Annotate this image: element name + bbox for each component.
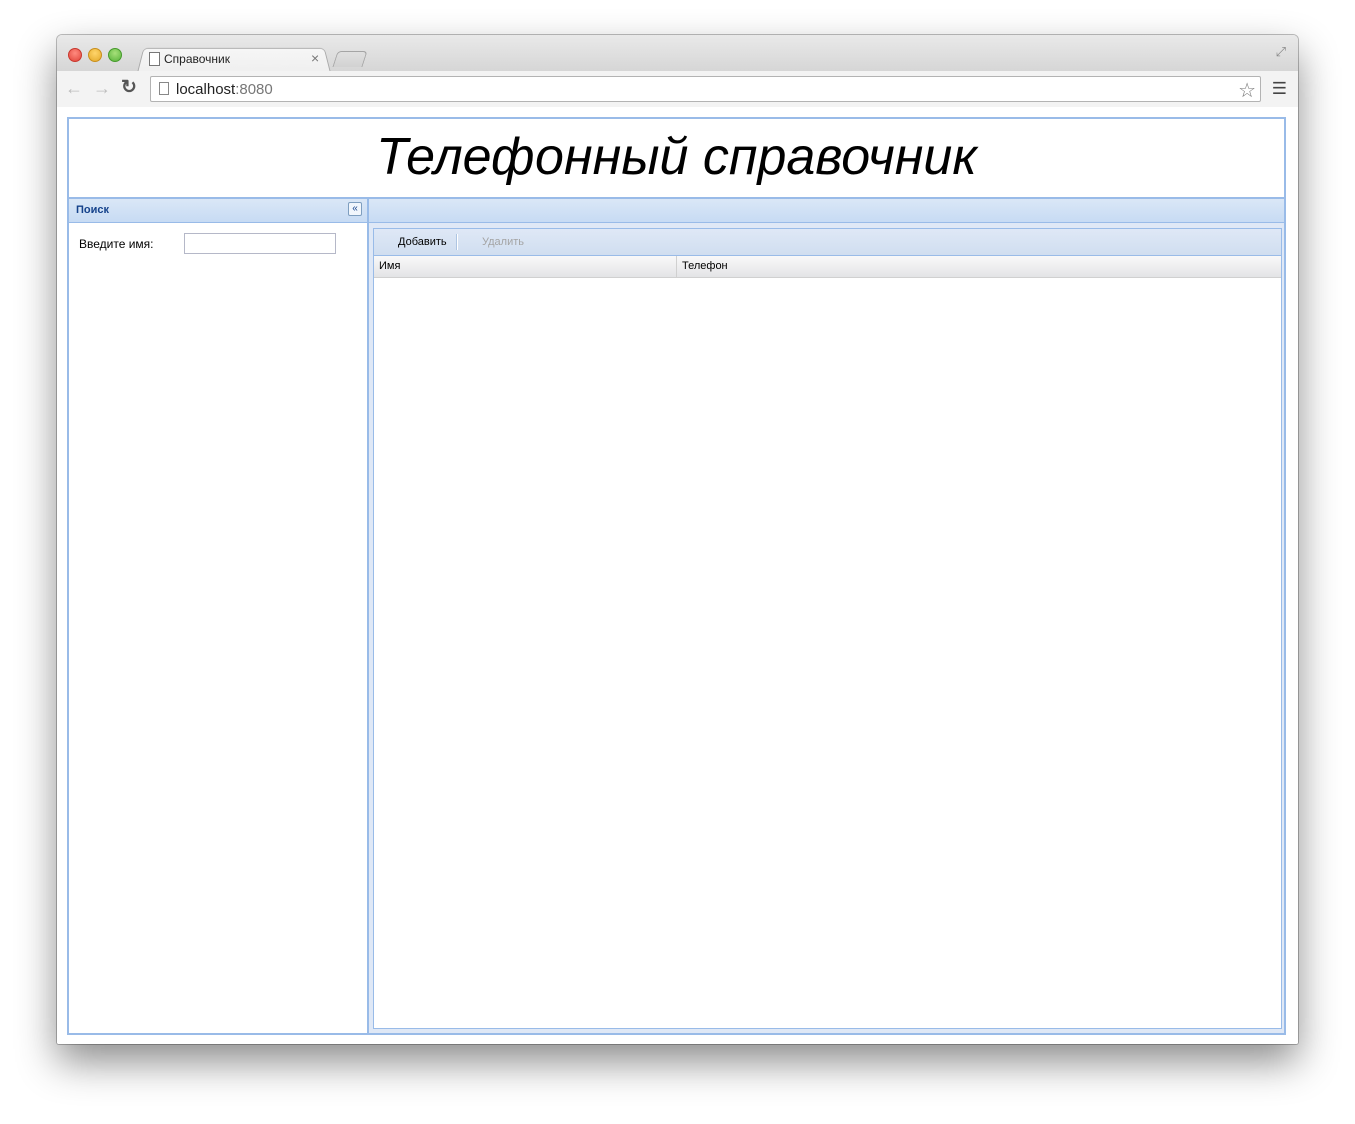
- toolbar-separator: [456, 234, 458, 250]
- address-bar[interactable]: localhost:8080 ☆: [150, 76, 1261, 102]
- window-zoom-button[interactable]: [108, 48, 122, 62]
- main-panel: Добавить Удалить Имя Телефон: [367, 197, 1286, 1035]
- page-viewport: Телефонный справочник Поиск « Введите им…: [57, 107, 1298, 1044]
- url-port: :8080: [235, 81, 273, 98]
- star-icon[interactable]: ☆: [1238, 78, 1256, 103]
- grid-header: Имя Телефон: [374, 256, 1281, 278]
- collapse-icon[interactable]: «: [348, 202, 362, 216]
- document-icon: [149, 52, 160, 66]
- browser-toolbar: ← → ↻ localhost:8080 ☆ ☰: [57, 71, 1298, 108]
- add-button[interactable]: Добавить: [398, 236, 447, 248]
- url-text[interactable]: localhost:8080: [176, 81, 273, 98]
- app-header: Телефонный справочник: [67, 117, 1286, 199]
- app-layout: Телефонный справочник Поиск « Введите им…: [67, 117, 1286, 1035]
- window-close-button[interactable]: [68, 48, 82, 62]
- fullscreen-icon[interactable]: ⤢: [1276, 44, 1286, 60]
- url-host: localhost: [176, 81, 236, 98]
- window-minimize-button[interactable]: [88, 48, 102, 62]
- page-title: Телефонный справочник: [376, 128, 977, 186]
- title-bar: Справочник × ⤢: [57, 35, 1298, 73]
- browser-tab-content[interactable]: Справочник ×: [149, 50, 329, 70]
- new-tab-button[interactable]: [332, 51, 368, 67]
- search-panel-title: Поиск: [76, 204, 110, 216]
- page-icon: [159, 82, 169, 95]
- grid-toolbar: Добавить Удалить: [374, 229, 1281, 256]
- back-icon[interactable]: ←: [65, 78, 83, 99]
- reload-icon[interactable]: ↻: [121, 76, 137, 99]
- tab-title: Справочник: [164, 52, 230, 66]
- delete-button[interactable]: Удалить: [482, 236, 524, 248]
- name-search-input[interactable]: [184, 233, 336, 254]
- name-field-label: Введите имя:: [79, 237, 154, 251]
- search-panel-header: Поиск «: [69, 199, 367, 223]
- close-icon[interactable]: ×: [311, 50, 319, 66]
- search-panel: Поиск « Введите имя:: [67, 197, 369, 1035]
- browser-window: Справочник × ⤢ ← → ↻ localhost:8080 ☆ ☰ …: [57, 35, 1298, 1044]
- forward-icon[interactable]: →: [93, 78, 111, 99]
- menu-icon[interactable]: ☰: [1272, 79, 1287, 99]
- column-header-name[interactable]: Имя: [374, 256, 677, 277]
- contacts-grid: Добавить Удалить Имя Телефон: [373, 228, 1282, 1029]
- column-header-phone[interactable]: Телефон: [677, 256, 1281, 277]
- main-panel-header: [369, 199, 1284, 223]
